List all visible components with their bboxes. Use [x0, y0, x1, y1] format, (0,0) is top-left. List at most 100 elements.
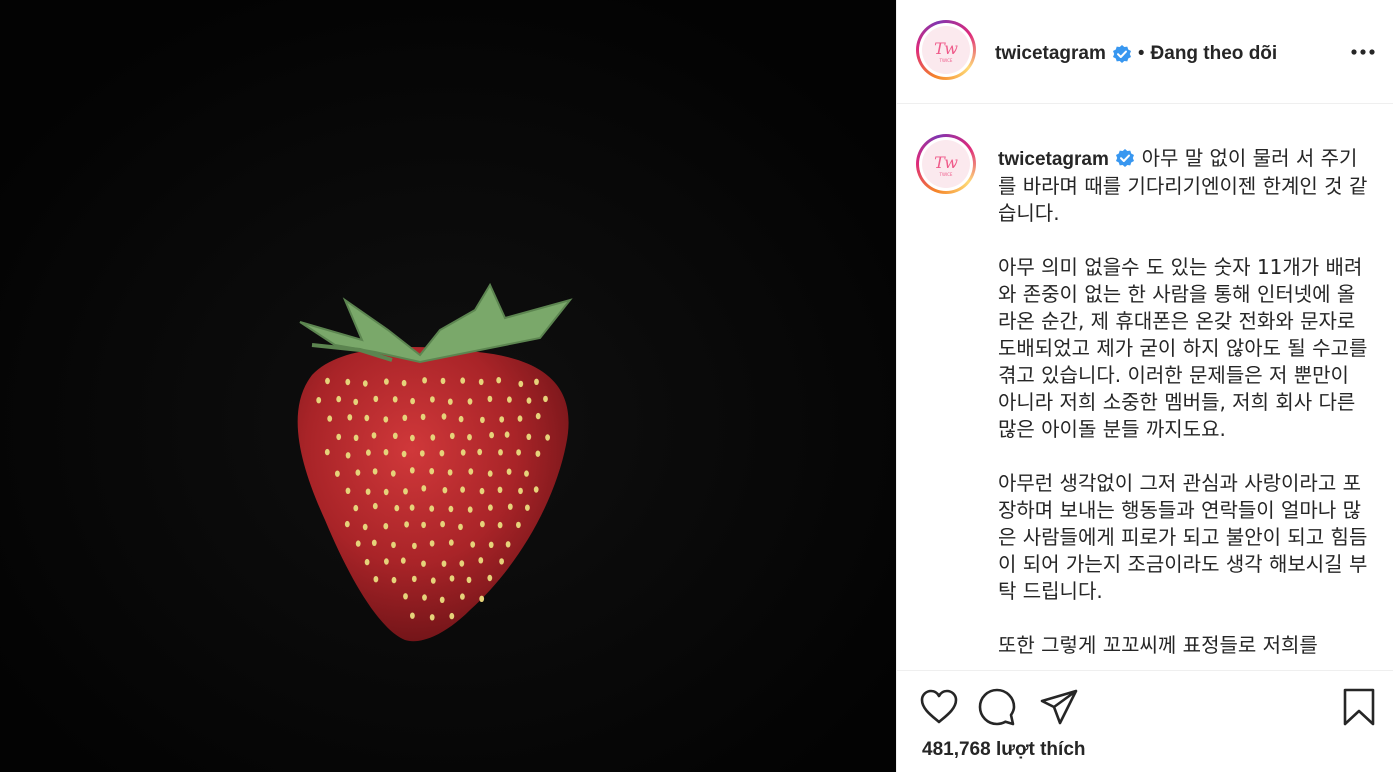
strawberry-seed	[409, 504, 415, 511]
strawberry-seed	[336, 395, 342, 403]
strawberry-seed	[448, 505, 454, 513]
svg-text:TWICE: TWICE	[939, 58, 953, 63]
caption-paragraph: twicetagram 아무 말 없이 물러 서 주기를 바라며 때를 기다리기…	[998, 145, 1368, 227]
strawberry-seed	[429, 614, 435, 621]
strawberry-seed	[366, 449, 371, 456]
strawberry-seed	[335, 470, 340, 477]
strawberry-seed	[403, 488, 408, 495]
more-options-icon[interactable]	[1348, 40, 1378, 64]
share-paper-plane-icon[interactable]	[1039, 687, 1079, 727]
strawberry-seed	[526, 433, 532, 440]
following-button[interactable]: Đang theo dõi	[1151, 43, 1278, 65]
avatar[interactable]: Tw TWICE	[916, 20, 976, 80]
strawberry-seed	[327, 415, 333, 422]
strawberry-seed	[410, 397, 415, 405]
strawberry-seed	[429, 468, 435, 475]
strawberry-seed	[487, 470, 493, 477]
separator-dot: •	[1137, 43, 1145, 64]
strawberry-seed	[504, 431, 510, 438]
strawberry-seed	[496, 377, 502, 384]
strawberry-seed	[392, 396, 398, 403]
strawberry-seed	[442, 487, 448, 494]
heart-icon[interactable]	[919, 687, 959, 727]
strawberry-seed	[384, 378, 389, 385]
strawberry-seed	[353, 398, 359, 406]
strawberry-seed	[383, 449, 389, 456]
strawberry-seed	[467, 506, 473, 513]
strawberry-seed	[420, 413, 426, 421]
strawberry-seed	[410, 434, 415, 442]
strawberry-seed	[543, 395, 548, 403]
comment-icon[interactable]	[977, 687, 1017, 727]
strawberry-seed	[384, 558, 389, 565]
svg-text:Tw: Tw	[934, 39, 958, 58]
strawberry-seed	[506, 468, 512, 475]
strawberry-seed	[458, 415, 464, 423]
strawberry-seed	[487, 574, 493, 582]
caption-paragraph: 또한 그렇게 꼬꼬씨께 표정들로 저희를	[998, 633, 1318, 657]
strawberry-seed	[447, 398, 453, 405]
action-bar: 481,768 lượt thích	[897, 670, 1393, 772]
strawberry-seed	[466, 576, 472, 584]
strawberry-seed	[373, 576, 379, 583]
strawberry-seed	[422, 377, 427, 384]
post-image[interactable]	[0, 0, 896, 772]
strawberry-seed	[459, 560, 465, 567]
strawberry-seed	[401, 450, 407, 458]
strawberry-seed	[447, 469, 453, 476]
strawberry-seed	[409, 467, 415, 474]
strawberry-seed	[440, 520, 445, 528]
strawberry-seed	[429, 540, 435, 547]
strawberry-seed	[477, 448, 483, 456]
strawberry-seed	[534, 378, 539, 385]
strawberry-seed	[535, 450, 541, 457]
strawberry-seed	[383, 523, 389, 530]
strawberry-seed	[336, 433, 342, 441]
strawberry-seed	[355, 540, 361, 547]
strawberry-seed	[345, 378, 351, 386]
caption-scroll-area[interactable]: Tw TWICE twicetagram 아무 말 없이 물러 서 주기를 바라…	[897, 105, 1393, 670]
bookmark-icon[interactable]	[1339, 687, 1379, 727]
strawberry-seed	[488, 541, 494, 548]
strawberry-seed	[373, 395, 379, 403]
strawberry-seed	[479, 595, 485, 602]
strawberry-seed	[479, 487, 485, 495]
caption-avatar[interactable]: Tw TWICE	[916, 134, 976, 194]
strawberry-seed	[460, 449, 466, 456]
strawberry-seed	[480, 416, 485, 424]
strawberry-seed	[403, 593, 408, 600]
strawberry-seed	[497, 521, 503, 529]
strawberry-seed	[383, 416, 389, 423]
strawberry-seed	[400, 557, 406, 564]
strawberry-seed	[470, 541, 476, 548]
strawberry-seed	[480, 520, 485, 528]
svg-text:TWICE: TWICE	[939, 172, 953, 177]
strawberry-seed	[371, 539, 377, 546]
strawberry-seed	[344, 520, 350, 528]
strawberry-seed	[448, 539, 454, 546]
strawberry-seed	[364, 558, 370, 566]
likes-count[interactable]: 481,768 lượt thích	[922, 739, 1086, 761]
strawberry-seed	[364, 414, 370, 422]
strawberry-seed	[430, 396, 435, 403]
svg-text:Tw: Tw	[934, 153, 958, 172]
strawberry-seed	[347, 414, 353, 421]
strawberry-seed	[421, 485, 427, 492]
username-link[interactable]: twicetagram	[995, 43, 1106, 65]
strawberry-seed	[533, 486, 539, 493]
strawberry-seed	[430, 577, 436, 584]
strawberry-seed	[422, 594, 427, 601]
caption-username-link[interactable]: twicetagram	[998, 149, 1109, 170]
strawberry-seed	[449, 612, 455, 620]
strawberry-seed	[390, 470, 396, 477]
caption-paragraph: 아무런 생각없이 그저 관심과 사랑이라고 포장하며 보내는 행동들과 연락들이…	[998, 471, 1368, 603]
strawberry-seed	[394, 504, 400, 512]
strawberry-seed	[507, 503, 513, 510]
strawberry-seed	[449, 432, 455, 440]
strawberry-seed	[468, 468, 474, 475]
strawberry-image	[0, 0, 896, 772]
strawberry-seed	[497, 486, 503, 493]
post-header: Tw TWICE twicetagram • Đang theo dõi	[897, 0, 1393, 104]
verified-badge-icon	[1112, 44, 1132, 64]
strawberry-seed	[353, 504, 359, 512]
